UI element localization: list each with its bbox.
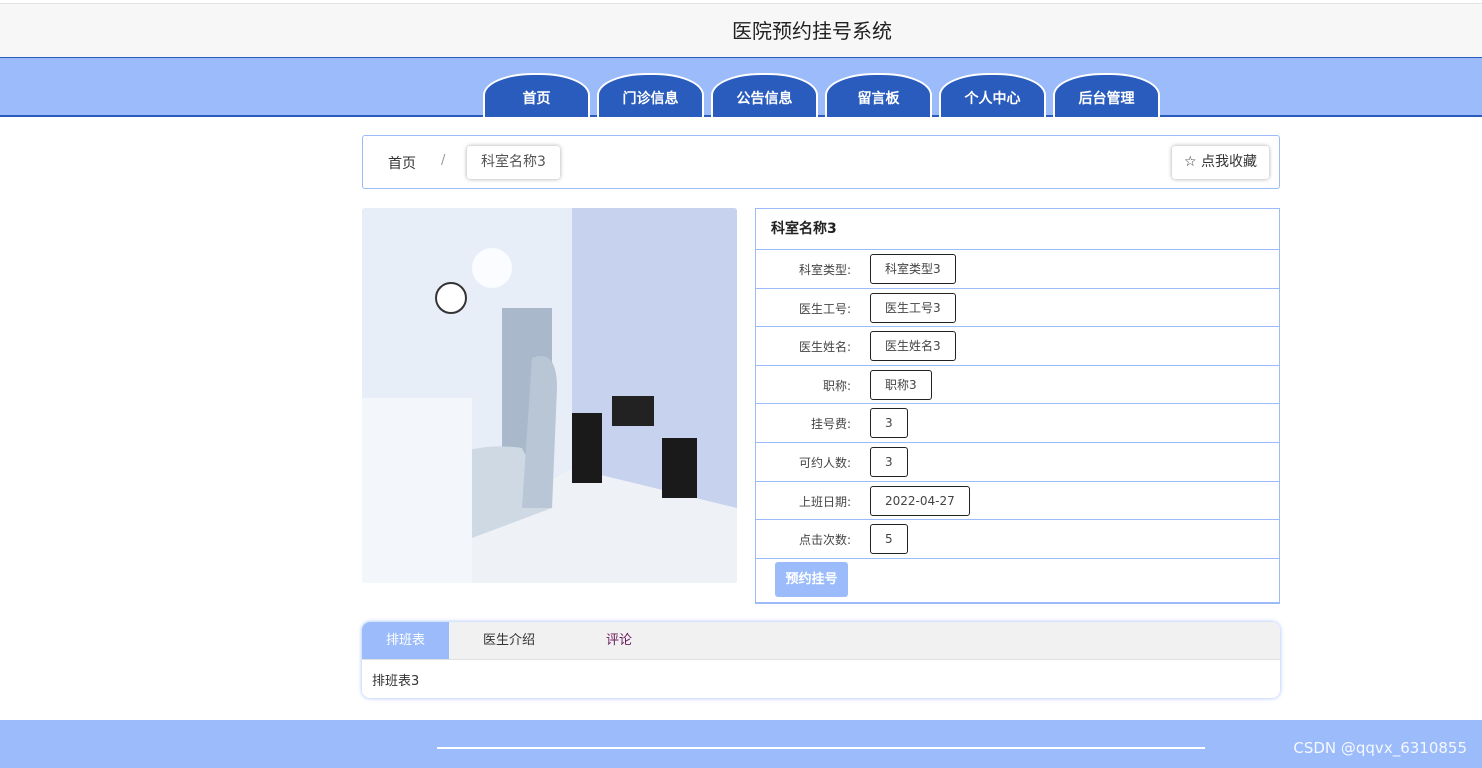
nav-message-board[interactable]: 留言板 [825, 73, 932, 117]
field-value: 职称3 [870, 369, 932, 400]
book-appointment-button[interactable]: 预约挂号 [775, 562, 848, 597]
site-header: 医院预约挂号系统 [0, 3, 1482, 57]
breadcrumb-current: 科室名称3 [467, 146, 560, 179]
field-label: 医生工号: [798, 301, 851, 316]
nav-admin[interactable]: 后台管理 [1053, 73, 1160, 117]
breadcrumb-home[interactable]: 首页 [388, 153, 416, 173]
field-value: 医生姓名3 [870, 331, 956, 362]
footer-divider [437, 747, 1205, 749]
nav-home[interactable]: 首页 [483, 73, 590, 117]
favorite-button[interactable]: ☆ 点我收藏 [1171, 146, 1269, 179]
breadcrumb-separator: / [441, 153, 446, 168]
field-value: 5 [870, 524, 908, 555]
field-value: 3 [870, 408, 908, 439]
department-detail: 科室名称3 科室类型: 科室类型3 医生工号: 医生工号3 医生姓名: 医生姓名3 职… [755, 208, 1280, 604]
watermark: CSDN @qqvx_6310855 [1293, 739, 1467, 757]
field-label: 医生姓名: [798, 340, 851, 355]
field-label: 上班日期: [798, 494, 851, 509]
detail-title: 科室名称3 [756, 209, 1279, 250]
field-label: 挂号费: [810, 417, 851, 432]
field-title: 职称: 职称3 [756, 366, 1279, 405]
field-doctor-id: 医生工号: 医生工号3 [756, 289, 1279, 328]
main-nav: 首页 门诊信息 公告信息 留言板 个人中心 后台管理 [0, 57, 1482, 117]
tab-doctor-intro[interactable]: 医生介绍 [449, 622, 569, 659]
field-label: 可约人数: [798, 455, 851, 470]
field-work-date: 上班日期: 2022-04-27 [756, 482, 1279, 521]
field-value: 科室类型3 [870, 254, 956, 284]
field-value: 3 [870, 446, 908, 477]
tab-content: 排班表3 [372, 674, 420, 689]
footer: CSDN @qqvx_6310855 [0, 720, 1482, 768]
field-label: 科室类型: [798, 263, 851, 277]
nav-personal-center[interactable]: 个人中心 [939, 73, 1046, 117]
field-label: 职称: [822, 378, 851, 393]
field-doctor-name: 医生姓名: 医生姓名3 [756, 327, 1279, 366]
field-fee: 挂号费: 3 [756, 404, 1279, 443]
tab-schedule[interactable]: 排班表 [362, 622, 449, 659]
department-photo [362, 208, 737, 583]
field-capacity: 可约人数: 3 [756, 443, 1279, 482]
field-label: 点击次数: [798, 533, 851, 548]
nav-announcements[interactable]: 公告信息 [711, 73, 818, 117]
breadcrumb: 首页 / 科室名称3 ☆ 点我收藏 [362, 135, 1280, 189]
nav-clinic-info[interactable]: 门诊信息 [597, 73, 704, 117]
info-tabs: 排班表 医生介绍 评论 排班表3 [362, 622, 1280, 698]
site-title: 医院预约挂号系统 [732, 19, 892, 43]
field-department-type: 科室类型: 科室类型3 [756, 250, 1279, 289]
field-value: 医生工号3 [870, 292, 956, 323]
field-click-count: 点击次数: 5 [756, 520, 1279, 559]
tab-comments[interactable]: 评论 [569, 622, 669, 659]
field-value: 2022-04-27 [870, 485, 970, 516]
